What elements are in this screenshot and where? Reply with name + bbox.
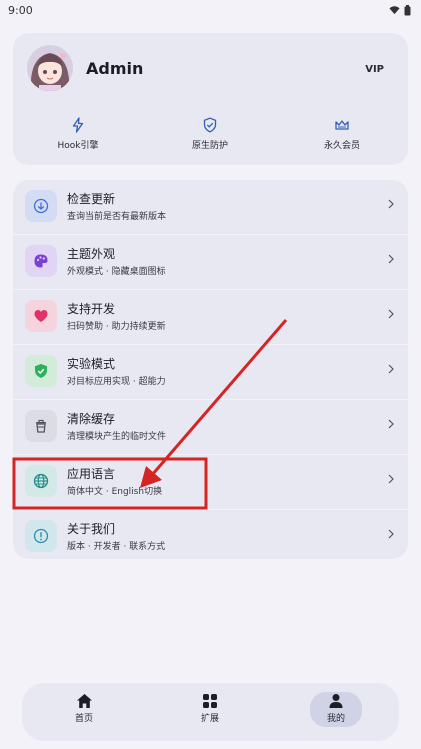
settings-screen: 9:00 Admin VIP Hook引擎 原生防护 永久会员 检查更新 查询当… (0, 0, 421, 749)
annotation-arrow-line (150, 319, 288, 476)
highlight-box (12, 457, 208, 510)
annotation-overlay (12, 319, 288, 510)
